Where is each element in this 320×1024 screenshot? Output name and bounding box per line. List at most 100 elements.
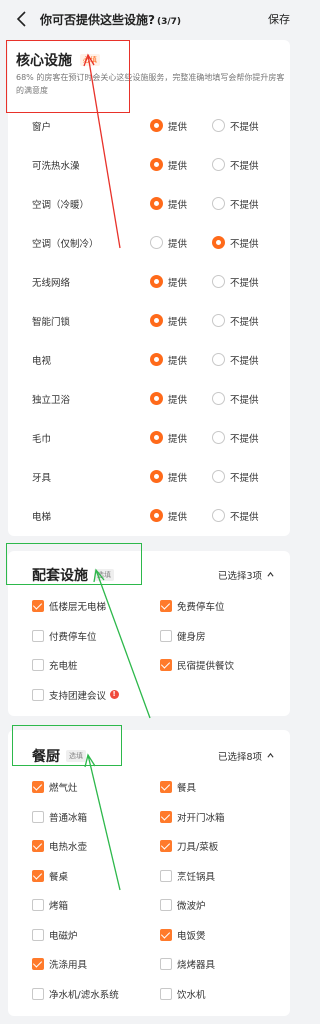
checkbox[interactable] [32,781,44,793]
core-section-title: 核心设施 [16,53,72,69]
radio-button[interactable] [212,353,225,366]
checkbox-label: 燃气灶 [49,783,78,794]
checkbox[interactable] [32,600,44,612]
checkbox[interactable] [32,629,44,642]
facility-row: 牙具 提供 不提供 [8,458,290,497]
radio-button[interactable] [150,509,163,522]
facility-row: 独立卫浴 提供 不提供 [8,380,290,419]
core-facilities-card: 核心设施 必填 68% 的房客在预订时会关心这些设施服务，完整准确地填写会帮你提… [8,40,290,536]
radio-button[interactable] [212,314,225,327]
supporting-collapse-toggle[interactable]: 已选择3项 [218,568,276,582]
checkbox-label: 微波炉 [177,901,206,912]
kitchen-selected-count: 已选择8项 [217,752,262,763]
radio-button[interactable] [212,509,225,522]
provide-label: 提供 [168,317,188,328]
checkbox[interactable] [160,810,172,823]
checkbox-label: 付费停车位 [49,631,97,643]
checkbox[interactable] [160,600,172,612]
page-title: 你可否提供这些设施? (3/7) [40,11,181,28]
top-bar: 你可否提供这些设施? (3/7) 保存 [0,0,306,38]
checkbox[interactable] [160,869,172,882]
checkbox[interactable] [160,899,172,911]
radio-button[interactable] [212,158,225,171]
facility-name: 无线网络 [32,278,71,289]
not-provide-label: 不提供 [230,200,259,211]
not-provide-label: 不提供 [230,161,259,172]
radio-button[interactable] [150,314,163,327]
facility-name: 牙具 [32,473,52,484]
facility-row: 可洗热水澡 提供 不提供 [8,146,290,185]
facility-name: 独立卫浴 [32,395,71,406]
checkbox[interactable] [32,928,44,941]
checkbox-label: 刀具/菜板 [177,842,219,853]
checkbox-label: 电热水壶 [49,842,88,853]
checkbox[interactable] [160,840,172,852]
checkbox[interactable] [160,958,172,970]
radio-button[interactable] [212,275,225,288]
chevron-left-icon[interactable] [14,9,30,29]
radio-button[interactable] [150,392,163,405]
provide-label: 提供 [168,434,188,445]
checkbox-label: 烹饪锅具 [177,871,216,883]
provide-label: 提供 [168,161,188,172]
provide-label: 提供 [168,200,188,211]
radio-button[interactable] [212,431,225,444]
not-provide-label: 不提供 [230,122,259,133]
radio-button[interactable] [150,431,163,444]
checkbox[interactable] [32,869,44,882]
radio-button[interactable] [150,470,163,483]
facility-name: 空调（仅制冷） [32,239,99,250]
not-provide-label: 不提供 [230,434,259,445]
checkbox[interactable] [32,840,44,852]
save-button[interactable]: 保存 [268,11,290,27]
checkbox-label: 洗涤用具 [49,960,88,971]
radio-button[interactable] [150,158,163,171]
radio-button[interactable] [150,119,163,132]
provide-label: 提供 [168,122,188,133]
facility-row: 电视 提供 不提供 [8,341,290,380]
radio-button[interactable] [150,197,163,210]
step-indicator: (3/7) [156,17,182,27]
checkbox[interactable] [32,899,44,911]
checkbox-label: 对开门冰箱 [177,812,225,824]
not-provide-label: 不提供 [230,512,259,523]
not-provide-label: 不提供 [230,278,259,289]
kitchen-collapse-toggle[interactable]: 已选择8项 [218,749,276,763]
checkbox-label: 充电桩 [49,661,78,672]
radio-button[interactable] [150,353,163,366]
radio-button[interactable] [150,236,163,249]
checkbox[interactable] [32,688,44,701]
checkbox-label: 餐桌 [49,871,69,883]
radio-button[interactable] [212,119,225,132]
radio-button[interactable] [212,197,225,210]
radio-button[interactable] [212,470,225,483]
checkbox[interactable] [160,928,172,941]
info-dot-icon[interactable]: ! [109,689,119,699]
checkbox-label: 支持团建会议 [49,690,107,702]
not-provide-label: 不提供 [230,239,259,250]
chevron-up-icon [267,571,274,577]
facility-name: 窗户 [32,122,52,133]
checkbox[interactable] [32,810,44,823]
checkbox-label: 免费停车位 [177,602,225,613]
radio-button[interactable] [212,392,225,405]
radio-button[interactable] [150,275,163,288]
core-description: 68% 的房客在预订时会关心这些设施服务，完整准确地填写会帮你提升房客的满意度 [16,73,285,95]
radio-button[interactable] [212,236,225,249]
provide-label: 提供 [168,395,188,406]
checkbox[interactable] [32,958,44,970]
not-provide-label: 不提供 [230,317,259,328]
kitchen-facilities-card: 餐厨 选填 已选择8项 燃气灶 餐具 普通冰箱 对开门冰箱 电热水壶 刀具/菜板 餐桌 烹饪锅… [8,730,290,1016]
facility-name: 电视 [32,356,52,367]
checkbox[interactable] [160,629,172,642]
checkbox[interactable] [32,987,44,1000]
checkbox-label: 餐具 [177,783,197,794]
checkbox[interactable] [160,659,172,671]
checkbox[interactable] [32,659,44,671]
checkbox[interactable] [160,987,172,1000]
facility-name: 可洗热水澡 [32,161,80,172]
checkbox-label: 烤箱 [49,901,69,912]
provide-label: 提供 [168,473,188,484]
facility-row: 智能门锁 提供 不提供 [8,302,290,341]
checkbox[interactable] [160,781,172,793]
